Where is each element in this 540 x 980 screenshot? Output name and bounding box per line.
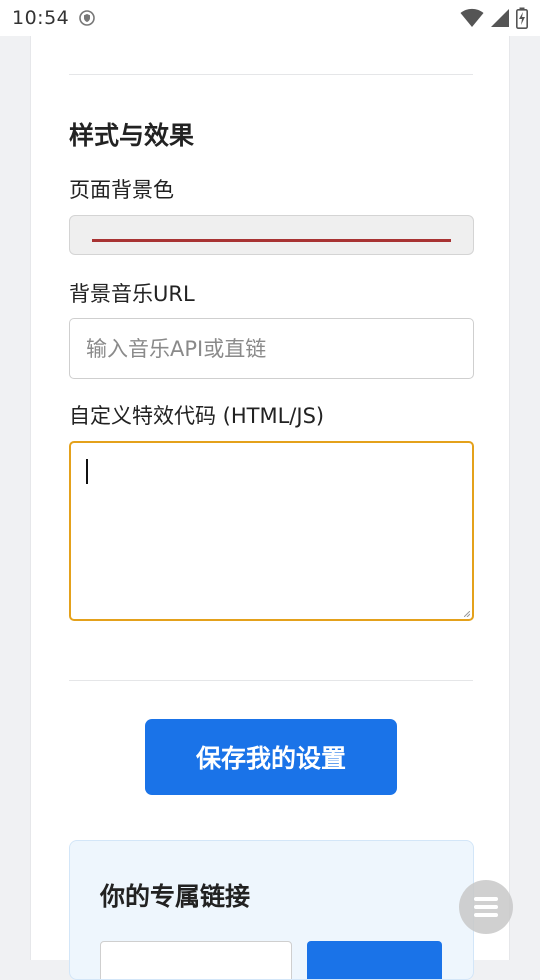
personal-link-panel: 你的专属链接: [69, 840, 474, 980]
custom-code-label: 自定义特效代码 (HTML/JS): [69, 404, 325, 428]
floating-menu-button[interactable]: [459, 880, 513, 934]
custom-code-textarea[interactable]: [69, 441, 474, 621]
save-settings-button[interactable]: 保存我的设置: [145, 719, 397, 795]
battery-charging-icon: [516, 7, 528, 29]
color-swatch: [92, 239, 451, 242]
settings-card: 样式与效果 页面背景色 背景音乐URL 自定义特效代码 (HTML/JS) 保存…: [30, 36, 510, 980]
signal-icon: [491, 9, 509, 27]
bottom-divider: [69, 680, 473, 681]
status-time: 10:54: [12, 7, 70, 29]
personal-link-title: 你的专属链接: [100, 882, 251, 911]
resize-handle-icon[interactable]: [464, 611, 470, 617]
music-url-label: 背景音乐URL: [69, 282, 195, 306]
menu-icon: [474, 897, 498, 917]
status-icons: [460, 7, 528, 29]
bg-color-label: 页面背景色: [69, 178, 174, 202]
wifi-icon: [460, 8, 484, 27]
section-title: 样式与效果: [69, 121, 195, 150]
bg-color-picker[interactable]: [69, 215, 474, 255]
top-divider: [69, 74, 473, 75]
personal-link-field[interactable]: [100, 941, 292, 979]
music-url-input[interactable]: [69, 318, 474, 379]
shield-icon: [79, 10, 96, 26]
copy-link-button[interactable]: [307, 941, 442, 979]
status-bar: 10:54: [0, 0, 540, 36]
text-caret: [86, 459, 88, 484]
